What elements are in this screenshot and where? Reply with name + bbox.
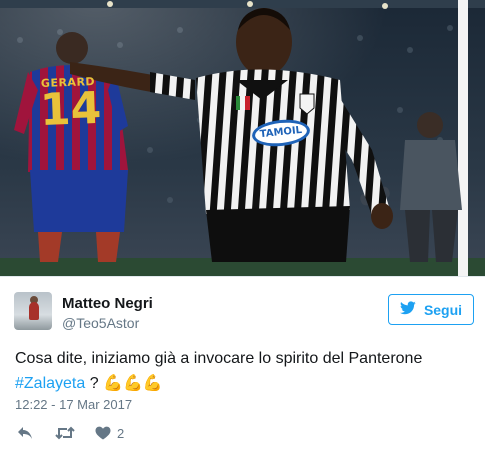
jersey-number-text: 14 — [39, 82, 103, 136]
author-name[interactable]: Matteo Negri — [62, 295, 153, 312]
tweet-text-suffix: ? — [85, 375, 104, 392]
reply-icon — [17, 426, 33, 440]
flexed-biceps-emoji: 💪💪💪 — [103, 373, 163, 392]
follow-button-label: Segui — [423, 301, 463, 318]
like-count: 2 — [117, 425, 125, 441]
avatar-figure-body — [29, 302, 39, 320]
like-button[interactable]: 2 — [95, 426, 124, 441]
heart-icon — [95, 426, 111, 440]
avatar[interactable] — [14, 292, 52, 330]
photo-scene — [0, 0, 485, 276]
retweet-button[interactable] — [55, 426, 75, 440]
follow-button[interactable]: Segui — [388, 294, 474, 325]
author-handle[interactable]: @Teo5Astor — [62, 315, 139, 331]
retweet-icon — [55, 426, 75, 440]
hashtag-link[interactable]: #Zalayeta — [15, 375, 85, 392]
tweet-text: Cosa dite, iniziamo già a invocare lo sp… — [15, 347, 475, 396]
timestamp-link[interactable]: 12:22 - 17 Mar 2017 — [15, 397, 132, 412]
reply-button[interactable] — [17, 426, 33, 440]
tweet-text-line-2: #Zalayeta ? 💪💪💪 — [15, 371, 475, 396]
twitter-bird-icon — [399, 301, 416, 318]
tweet-photo[interactable]: GERARD 14 TAMOIL — [0, 0, 485, 276]
photo-divider — [0, 276, 485, 277]
tweet-actions: 2 — [17, 424, 124, 442]
tweet-text-line: Cosa dite, iniziamo già a invocare lo sp… — [15, 350, 423, 367]
